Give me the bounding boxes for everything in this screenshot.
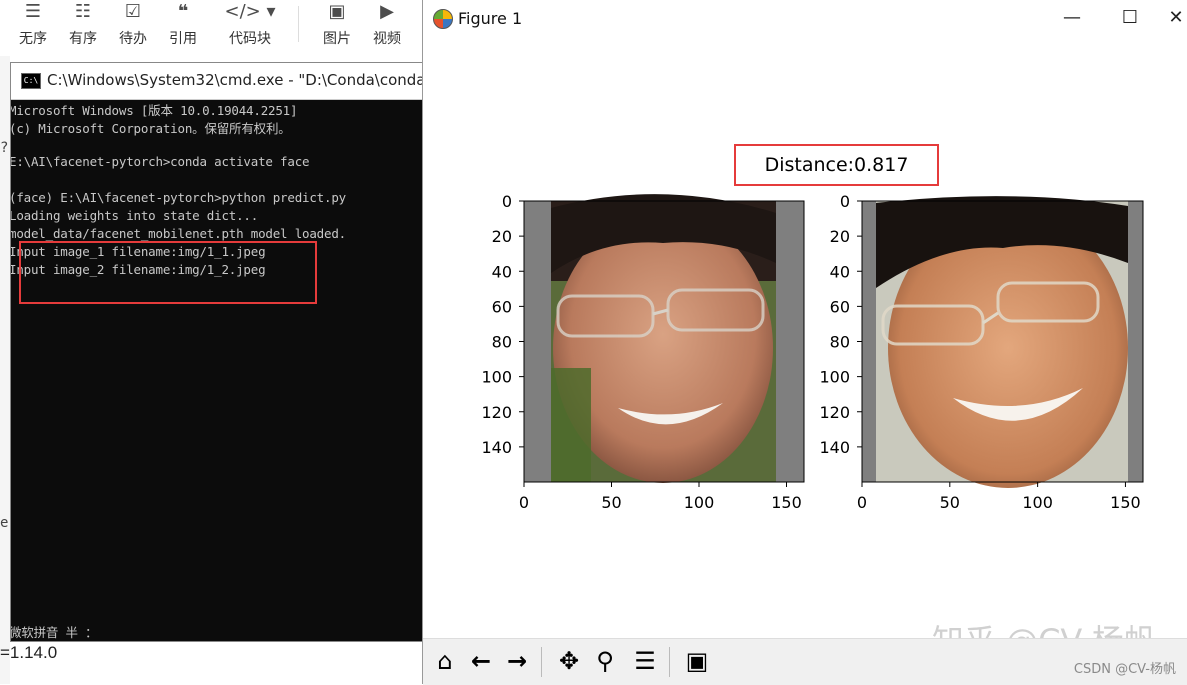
y-tick-label: 60 [830, 297, 850, 316]
figure-titlebar[interactable]: Figure 1 — ☐ ✕ [423, 0, 1187, 38]
y-tick-label: 100 [819, 368, 850, 387]
forward-arrow-icon: → [506, 647, 528, 675]
home-button[interactable]: ⌂ [429, 645, 461, 677]
editor-edge-glyph: ? [0, 140, 9, 156]
y-tick-label: 120 [481, 403, 512, 422]
figure-window[interactable]: Figure 1 — ☐ ✕ 0 20 40 60 80 100 120 140… [422, 0, 1187, 685]
pan-button[interactable]: ✥ [553, 645, 585, 677]
minimize-button[interactable]: — [1052, 6, 1092, 30]
code-block-icon: </> ▾ [224, 1, 276, 22]
image-icon: ▣ [328, 1, 346, 22]
todo-list-icon: ☑ [124, 1, 142, 22]
y-tick-label: 20 [830, 227, 850, 246]
face-image-1 [524, 194, 804, 483]
console-line: Loading weights into state dict... [11, 208, 259, 223]
todo-list-button[interactable]: ☑ 待办 [110, 0, 156, 52]
close-button[interactable]: ✕ [1156, 6, 1187, 30]
ordered-list-button[interactable]: ☷ 有序 [60, 0, 106, 52]
quote-button[interactable]: ❝ 引用 [160, 0, 206, 52]
figure-canvas[interactable]: 0 20 40 60 80 100 120 140 0 50 100 150 0 20 40 60 80 100 1… [423, 38, 1187, 638]
save-button[interactable]: ▣ [681, 645, 713, 677]
zoom-button[interactable]: ⚲ [589, 645, 621, 677]
y-tick-label: 80 [492, 333, 512, 352]
zoom-icon: ⚲ [596, 647, 614, 675]
toolbar-divider [298, 6, 299, 42]
unordered-list-button[interactable]: ☰ 无序 [10, 0, 56, 52]
cmd-titlebar[interactable]: C:\ C:\Windows\System32\cmd.exe - "D:\Co… [11, 63, 638, 100]
toolbar-divider [541, 647, 542, 677]
video-button[interactable]: ▶ 视频 [364, 0, 410, 52]
editor-edge-glyph: e [0, 515, 9, 531]
y-tick-label: 120 [819, 403, 850, 422]
annotation-highlight-box [19, 241, 317, 304]
editor-toolbar: ☰ 无序 ☷ 有序 ☑ 待办 ❝ 引用 </> ▾ 代码块 ▣ 图片 ▶ 视频 [0, 0, 421, 56]
x-tick-label: 0 [857, 493, 867, 512]
cmd-icon: C:\ [21, 73, 41, 89]
figure-toolbar: ⌂ ← → ✥ ⚲ ☰ ▣ [423, 638, 1187, 685]
cmd-window[interactable]: C:\ C:\Windows\System32\cmd.exe - "D:\Co… [10, 62, 638, 642]
y-tick-label: 0 [502, 192, 512, 211]
y-tick-label: 60 [492, 297, 512, 316]
console-line: Microsoft Windows [版本 10.0.19044.2251] [11, 103, 298, 118]
x-tick-label: 50 [940, 493, 960, 512]
distance-title: Distance:0.817 [764, 154, 909, 176]
x-tick-label: 0 [519, 493, 529, 512]
y-tick-label: 140 [819, 438, 850, 457]
home-icon: ⌂ [437, 647, 453, 675]
csdn-watermark: CSDN @CV-杨帆 [1073, 662, 1176, 677]
x-tick-label: 150 [771, 493, 802, 512]
console-line: E:\AI\facenet-pytorch>conda activate fac… [11, 154, 310, 169]
ordered-list-icon: ☷ [74, 1, 92, 22]
face-image-2 [862, 196, 1143, 488]
cmd-console[interactable]: Microsoft Windows [版本 10.0.19044.2251] (… [11, 100, 423, 641]
y-tick-label: 40 [492, 262, 512, 281]
code-block-button[interactable]: </> ▾ 代码块 [220, 0, 280, 52]
plot-area: 0 20 40 60 80 100 120 140 0 50 100 150 0 20 40 60 80 100 1… [481, 192, 1144, 512]
y-tick-label: 40 [830, 262, 850, 281]
figure-title: Figure 1 [458, 9, 523, 28]
back-button[interactable]: ← [465, 645, 497, 677]
quote-icon: ❝ [177, 1, 189, 22]
y-tick-label: 100 [481, 368, 512, 387]
x-tick-label: 50 [601, 493, 621, 512]
editor-text-fragment: =1.14.0 [0, 643, 58, 662]
back-arrow-icon: ← [470, 647, 492, 675]
x-tick-label: 100 [684, 493, 715, 512]
console-line: model_data/facenet_mobilenet.pth model l… [11, 226, 346, 241]
y-tick-label: 0 [840, 192, 850, 211]
image-button[interactable]: ▣ 图片 [314, 0, 360, 52]
x-tick-label: 150 [1110, 493, 1141, 512]
save-icon: ▣ [685, 647, 709, 675]
maximize-button[interactable]: ☐ [1110, 6, 1150, 30]
console-line: (face) E:\AI\facenet-pytorch>python pred… [11, 190, 346, 205]
matplotlib-logo-icon [433, 9, 453, 29]
toolbar-divider [669, 647, 670, 677]
x-tick-label: 100 [1022, 493, 1053, 512]
forward-button[interactable]: → [501, 645, 533, 677]
configure-subplots-button[interactable]: ☰ [629, 645, 661, 677]
configure-subplots-icon: ☰ [634, 647, 656, 675]
y-tick-label: 80 [830, 333, 850, 352]
console-line: (c) Microsoft Corporation。保留所有权利。 [11, 121, 291, 136]
pan-icon: ✥ [558, 647, 580, 675]
unordered-list-icon: ☰ [24, 1, 42, 22]
y-tick-label: 20 [492, 227, 512, 246]
video-icon: ▶ [380, 1, 394, 22]
y-tick-label: 140 [481, 438, 512, 457]
ime-status: 微软拼音 半 ： [11, 625, 98, 640]
